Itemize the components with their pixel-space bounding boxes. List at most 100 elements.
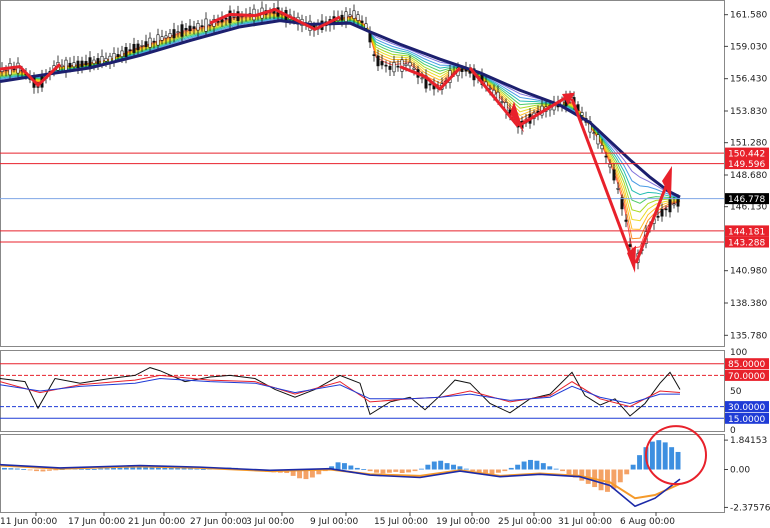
candle-body [180,24,184,37]
macd-histogram-bar [463,468,469,470]
oscillator-y-tick-label: 0 [730,426,736,436]
candle-body [208,23,212,26]
x-tick-label: 19 Jul 00:00 [436,517,490,527]
candle-body [60,64,64,68]
macd-histogram-bar [438,460,444,470]
price-y-tick-label: 138.380 [730,299,767,309]
candle-body [80,60,84,67]
macd-histogram-bar [675,451,681,470]
candle-body [144,41,148,48]
candle-body [348,14,352,17]
candle-body [204,18,208,32]
oscillator-level-label: 15.0000 [728,415,765,425]
chart-canvas[interactable]: 161.580 159.030 156.430 153.830 151.280 148.6… [0,0,770,528]
x-tick-label: 11 Jun 00:00 [0,517,57,527]
macd-histogram-bar [508,467,514,470]
candle-body [188,25,192,32]
oscillator-level-label: 30.0000 [728,403,765,413]
candle-body [104,57,108,62]
candle-body [156,34,160,46]
candle-body [96,58,100,65]
macd-histogram-bar [662,442,668,470]
x-tick-label: 9 Jul 00:00 [310,517,359,527]
macd-histogram-bar [444,463,450,470]
macd-histogram-bar [91,469,97,470]
macd-histogram-bar [14,468,20,470]
macd-histogram-bar [656,440,662,470]
macd-histogram-bar [528,459,533,470]
macd-histogram-bar [649,441,655,470]
macd-histogram-bar [27,469,33,471]
macd-histogram-bar [547,466,553,470]
macd-histogram-bar [8,468,14,470]
oscillator-level-label: 85.0000 [728,360,765,370]
macd-histogram-bar [502,469,508,472]
macd-histogram-bar [361,469,367,470]
candle-body [88,57,92,68]
price-y-tick-label: 135.780 [730,331,767,341]
oscillator-y-tick-label: 100 [730,348,747,358]
macd-histogram-bar [393,469,399,472]
macd-histogram-bar [348,465,354,470]
candle-body [68,62,72,68]
price-level-label: 150.442 [728,150,765,160]
candle-body [148,37,152,48]
x-tick-label: 21 Jun 00:00 [128,517,185,527]
candle-body [612,169,616,181]
x-tick-label: 6 Aug 00:00 [620,517,675,527]
macd-histogram-bar [566,469,572,475]
candle-body [152,40,156,43]
candle-body [388,65,392,70]
candle-body [356,14,360,21]
candle-body [664,208,668,211]
macd-histogram-bar [200,469,206,470]
macd-histogram-bar [617,469,623,483]
macd-histogram-bar [399,469,405,474]
candle-body [372,54,376,56]
macd-histogram-bar [354,467,360,470]
macd-histogram-bar [380,469,386,474]
candle-body [72,62,76,68]
macd-histogram-bar [451,464,456,470]
candle-body [608,163,612,168]
macd-histogram-bar [53,469,59,471]
candle-body [92,59,96,64]
candle-body [140,45,144,47]
macd-histogram-bar [104,468,110,470]
candle-body [136,43,140,51]
macd-histogram-bar [46,469,52,471]
price-y-tick-label: 140.980 [730,267,767,277]
candle-body [616,188,620,190]
candle-body [124,47,128,57]
candle-body [500,101,504,103]
candle-body [676,199,680,207]
macd-histogram-bar [425,464,431,470]
macd-histogram-bar [21,469,27,470]
candle-body [460,68,464,72]
macd-histogram-bar [431,461,437,470]
candle-body [672,203,676,206]
candle-body [196,23,200,31]
macd-histogram-bar [553,468,559,470]
price-y-tick-label: 159.030 [730,42,767,52]
macd-histogram-bar [540,463,546,470]
macd-histogram-bar [669,447,675,470]
macd-histogram-bar [335,462,341,470]
candle-body [84,61,88,66]
candle-body [404,63,408,66]
candle-body [364,23,368,29]
candle-body [76,60,80,68]
price-y-tick-label: 151.280 [730,139,767,149]
price-level-label: 143.288 [728,239,765,249]
x-tick-label: 25 Jul 00:00 [498,517,552,527]
x-tick-label: 15 Jul 00:00 [374,517,428,527]
candle-body [656,215,660,218]
candle-body [668,199,672,213]
candle-body [592,132,596,134]
candle-body [228,10,232,24]
candle-body [660,209,664,217]
price-level-label: 149.596 [728,160,765,170]
macd-histogram-bar [412,469,418,472]
candle-body [120,50,124,57]
x-tick-label: 3 Jul 00:00 [246,517,295,527]
